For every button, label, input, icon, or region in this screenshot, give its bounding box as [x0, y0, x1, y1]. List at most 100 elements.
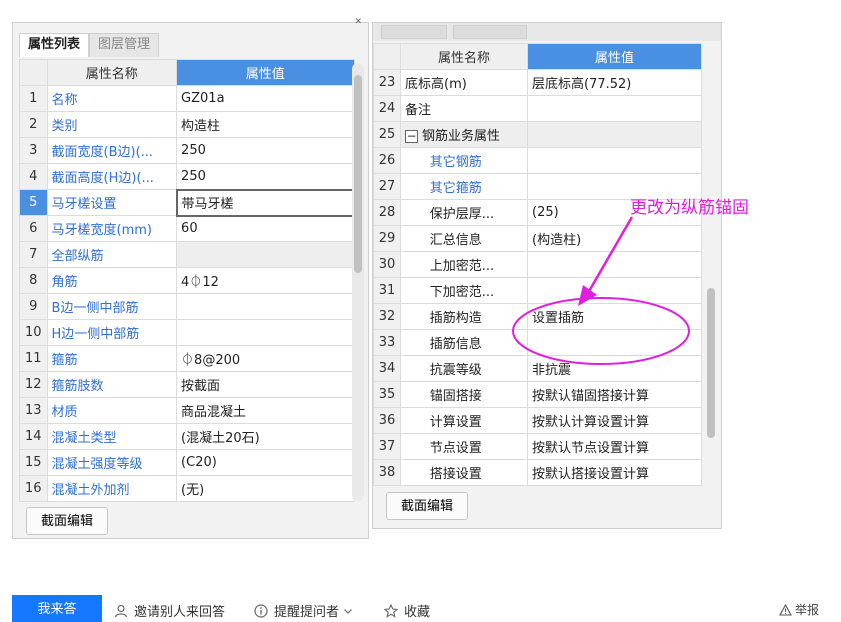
scrollbar-thumb[interactable] — [354, 75, 362, 273]
collapse-icon[interactable]: − — [405, 130, 418, 143]
property-value[interactable]: 按默认节点设置计算 — [527, 433, 702, 460]
property-value[interactable]: 非抗震 — [527, 355, 702, 382]
info-icon — [254, 603, 268, 618]
property-name-label: 马牙槎设置 — [51, 197, 117, 212]
table-row[interactable]: 10 H边一侧中部筋 — [19, 319, 355, 346]
property-value[interactable] — [527, 329, 702, 356]
property-value[interactable]: ⏀8@200 — [176, 345, 355, 372]
favorite-link[interactable]: 收藏 — [384, 601, 430, 620]
table-row[interactable]: 33 插筋信息 — [373, 329, 702, 356]
property-value[interactable] — [176, 293, 355, 320]
table-row[interactable]: 2 类别 构造柱 — [19, 111, 355, 138]
property-value[interactable] — [527, 277, 702, 304]
property-value[interactable] — [176, 319, 355, 346]
scrollbar-right[interactable] — [705, 63, 717, 483]
close-icon[interactable]: ✕ — [354, 17, 362, 27]
table-row[interactable]: 9 B边一侧中部筋 — [19, 293, 355, 320]
row-number: 37 — [373, 433, 401, 460]
property-value[interactable]: 按默认搭接设置计算 — [527, 459, 702, 486]
table-row[interactable]: 24 备注 — [373, 95, 702, 122]
property-name-label: B边一侧中部筋 — [51, 301, 139, 316]
property-value[interactable]: 250 — [176, 137, 355, 164]
table-row[interactable]: 37 节点设置 按默认节点设置计算 — [373, 433, 702, 460]
table-row[interactable]: 29 汇总信息 (构造柱) — [373, 225, 702, 252]
scrollbar-thumb[interactable] — [707, 288, 715, 438]
property-value[interactable]: (无) — [176, 475, 355, 502]
property-value[interactable] — [176, 241, 355, 268]
section-edit-button[interactable]: 截面编辑 — [26, 507, 109, 535]
property-name-label: 截面宽度(B边)(... — [51, 145, 154, 160]
property-name-label: 混凝土类型 — [51, 431, 117, 446]
property-value[interactable]: (C20) — [176, 449, 355, 476]
property-value[interactable] — [527, 147, 702, 174]
property-name: 马牙槎设置 — [46, 189, 178, 216]
property-value[interactable] — [527, 121, 702, 148]
table-row[interactable]: 16 混凝土外加剂 (无) — [19, 475, 355, 502]
property-name: 节点设置 — [400, 433, 528, 460]
property-value[interactable]: 4⏀12 — [176, 267, 355, 294]
property-value[interactable]: 按默认计算设置计算 — [527, 407, 702, 434]
property-value[interactable]: 按默认锚固搭接计算 — [527, 381, 702, 408]
property-value[interactable]: GZ01a — [176, 85, 355, 112]
row-number: 31 — [373, 277, 401, 304]
table-row[interactable]: 38 搭接设置 按默认搭接设置计算 — [373, 459, 702, 486]
invite-answer-link[interactable]: 邀请别人来回答 — [114, 601, 225, 620]
table-row[interactable]: 14 混凝土类型 (混凝土20石) — [19, 423, 355, 450]
property-value[interactable]: 按截面 — [176, 371, 355, 398]
row-number: 38 — [373, 459, 401, 486]
table-row[interactable]: 34 抗震等级 非抗震 — [373, 355, 702, 382]
table-row[interactable]: 13 材质 商品混凝土 — [19, 397, 355, 424]
table-row[interactable]: 4 截面高度(H边)(... 250 — [19, 163, 355, 190]
table-row[interactable]: 12 箍筋肢数 按截面 — [19, 371, 355, 398]
remind-asker-link[interactable]: 提醒提问者 — [254, 601, 359, 620]
section-edit-button[interactable]: 截面编辑 — [386, 492, 469, 520]
row-number: 34 — [373, 355, 401, 382]
table-row[interactable]: 6 马牙槎宽度(mm) 60 — [19, 215, 355, 242]
row-number: 26 — [373, 147, 401, 174]
property-value[interactable]: 构造柱 — [176, 111, 355, 138]
table-row[interactable]: 7 全部纵筋 — [19, 241, 355, 268]
property-value[interactable] — [527, 95, 702, 122]
property-value[interactable]: 60 — [176, 215, 355, 242]
property-value-input[interactable]: 带马牙槎 — [175, 188, 356, 217]
property-value[interactable] — [527, 251, 702, 278]
property-name: H边一侧中部筋 — [46, 319, 178, 346]
property-value[interactable]: 商品混凝土 — [176, 397, 355, 424]
table-row[interactable]: 32 插筋构造 设置插筋 — [373, 303, 702, 330]
property-value[interactable]: 设置插筋 — [527, 303, 702, 330]
table-row[interactable]: 31 下加密范... — [373, 277, 702, 304]
property-value[interactable]: 250 — [176, 163, 355, 190]
tab-layer-management[interactable]: 图层管理 — [89, 33, 160, 57]
row-number: 30 — [373, 251, 401, 278]
table-row[interactable]: 23 底标高(m) 层底标高(77.52) — [373, 69, 702, 96]
row-number-header — [373, 43, 401, 70]
scrollbar-left[interactable] — [352, 63, 364, 501]
property-name-label: 混凝土外加剂 — [51, 483, 130, 498]
property-name: 箍筋 — [46, 345, 178, 372]
table-row[interactable]: 35 锚固搭接 按默认锚固搭接计算 — [373, 381, 702, 408]
property-name-label: 底标高(m) — [405, 77, 467, 92]
table-row[interactable]: 1 名称 GZ01a — [19, 85, 355, 112]
table-row[interactable]: 15 混凝土强度等级 (C20) — [19, 449, 355, 476]
table-row[interactable]: 25− 钢筋业务属性 — [373, 121, 702, 148]
table-row[interactable]: 30 上加密范... — [373, 251, 702, 278]
annotation-text: 更改为纵筋锚固 — [630, 198, 749, 218]
property-name-label: 钢筋业务属性 — [422, 129, 501, 144]
table-row[interactable]: 36 计算设置 按默认计算设置计算 — [373, 407, 702, 434]
table-row[interactable]: 11 箍筋 ⏀8@200 — [19, 345, 355, 372]
tab-property-list[interactable]: 属性列表 — [19, 33, 90, 57]
answer-button[interactable]: 我来答 — [12, 595, 102, 622]
table-row[interactable]: 26 其它钢筋 — [373, 147, 702, 174]
report-link[interactable]: 举报 — [779, 601, 819, 618]
table-row[interactable]: 8 角筋 4⏀12 — [19, 267, 355, 294]
property-value-header: 属性值 — [527, 43, 702, 70]
property-name-label: 其它箍筋 — [429, 181, 482, 196]
row-number: 32 — [373, 303, 401, 330]
property-value[interactable]: (混凝土20石) — [176, 423, 355, 450]
table-row[interactable]: 3 截面宽度(B边)(... 250 — [19, 137, 355, 164]
table-row[interactable]: 5 马牙槎设置 带马牙槎 — [19, 188, 356, 217]
row-number: 4 — [19, 163, 48, 190]
property-value[interactable]: (构造柱) — [527, 225, 702, 252]
property-value[interactable]: 层底标高(77.52) — [527, 69, 702, 96]
property-name: − 钢筋业务属性 — [400, 121, 528, 148]
